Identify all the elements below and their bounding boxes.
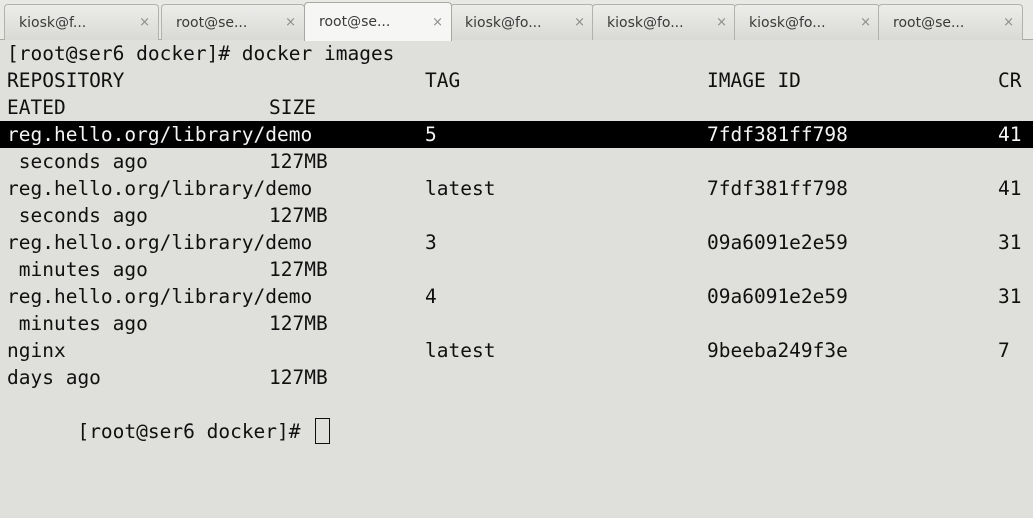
row-created-rest: minutes ago [7,258,148,281]
row-repository: reg.hello.org/library/demo [7,231,313,254]
tab-label: kiosk@fo... [465,14,542,31]
header-image-id: IMAGE ID [707,69,801,92]
row-created-rest: minutes ago [7,312,148,335]
table-row-selected[interactable]: reg.hello.org/library/demo 5 7fdf381ff79… [0,121,1033,148]
row-image-id: 9beeba249f3e [707,339,848,362]
table-row: reg.hello.org/library/demo latest 7fdf38… [7,175,1033,202]
tab-5[interactable]: kiosk@fo... × [592,4,736,40]
close-icon[interactable]: × [716,16,727,29]
row-tag: latest [425,177,496,200]
table-row: nginx latest 9beeba249f3e 7 [7,337,1033,364]
close-icon[interactable]: × [432,16,443,29]
close-icon[interactable]: × [574,16,585,29]
row-size: 127MB [269,258,328,281]
row-created-rest: seconds ago [7,204,148,227]
row-image-id: 7fdf381ff798 [707,123,848,146]
close-icon[interactable]: × [1003,16,1014,29]
row-size: 127MB [269,204,328,227]
text-cursor [315,418,331,444]
tab-label: kiosk@fo... [607,14,684,31]
row-created-num: 41 [998,123,1022,146]
tab-label: root@se... [893,14,965,31]
table-row: reg.hello.org/library/demo 4 09a6091e2e5… [7,283,1033,310]
tab-7[interactable]: root@se... × [878,4,1023,40]
header-created-part2: EATED [7,96,66,119]
close-icon[interactable]: × [139,16,150,29]
table-header-row-wrap: EATED SIZE [7,94,1033,121]
tab-4[interactable]: kiosk@fo... × [450,4,594,40]
header-tag: TAG [425,69,461,92]
tab-label: kiosk@fo... [749,14,826,31]
table-row-wrap: seconds ago 127MB [7,148,1033,175]
tab-label: kiosk@f... [19,14,87,31]
row-size: 127MB [269,366,328,389]
table-row: reg.hello.org/library/demo 3 09a6091e2e5… [7,229,1033,256]
row-created-num: 41 [998,177,1022,200]
terminal-window: kiosk@f... × root@se... × root@se... × k… [0,0,1033,518]
table-row-wrap: seconds ago 127MB [7,202,1033,229]
row-repository: reg.hello.org/library/demo [7,285,313,308]
command-line: [root@ser6 docker]# docker images [7,40,1033,67]
header-repository: REPOSITORY [7,69,125,92]
row-image-id: 7fdf381ff798 [707,177,848,200]
row-size: 127MB [269,312,328,335]
row-repository: nginx [7,339,66,362]
row-tag: latest [425,339,496,362]
row-repository: reg.hello.org/library/demo [7,177,313,200]
table-row-wrap: minutes ago 127MB [7,256,1033,283]
tab-6[interactable]: kiosk@fo... × [734,4,880,40]
close-icon[interactable]: × [285,16,296,29]
command-prompt: [root@ser6 docker]# docker images [7,42,395,65]
row-image-id: 09a6091e2e59 [707,231,848,254]
table-row-wrap: minutes ago 127MB [7,310,1033,337]
tab-2[interactable]: root@se... × [161,4,305,40]
row-image-id: 09a6091e2e59 [707,285,848,308]
tab-label: root@se... [176,14,248,31]
row-created-rest: days ago [7,366,101,389]
close-icon[interactable]: × [860,16,871,29]
tab-1[interactable]: kiosk@f... × [4,4,159,40]
tab-label: root@se... [319,14,391,30]
table-header-row: REPOSITORY TAG IMAGE ID CR [7,67,1033,94]
row-tag: 3 [425,231,437,254]
row-created-num: 31 [998,285,1022,308]
header-size: SIZE [269,96,316,119]
row-created-rest: seconds ago [7,150,148,173]
header-created-part1: CR [998,69,1022,92]
row-created-num: 7 [998,339,1010,362]
tab-bar: kiosk@f... × root@se... × root@se... × k… [0,0,1033,41]
row-created-num: 31 [998,231,1022,254]
table-row-wrap: days ago 127MB [7,364,1033,391]
shell-prompt: [root@ser6 docker]# [77,420,313,443]
row-tag: 5 [425,123,437,146]
row-tag: 4 [425,285,437,308]
row-repository: reg.hello.org/library/demo [7,123,313,146]
prompt-line[interactable]: [root@ser6 docker]# [7,391,1033,444]
tab-3-active[interactable]: root@se... × [304,2,452,41]
terminal-output[interactable]: [root@ser6 docker]# docker images REPOSI… [0,40,1033,518]
row-size: 127MB [269,150,328,173]
